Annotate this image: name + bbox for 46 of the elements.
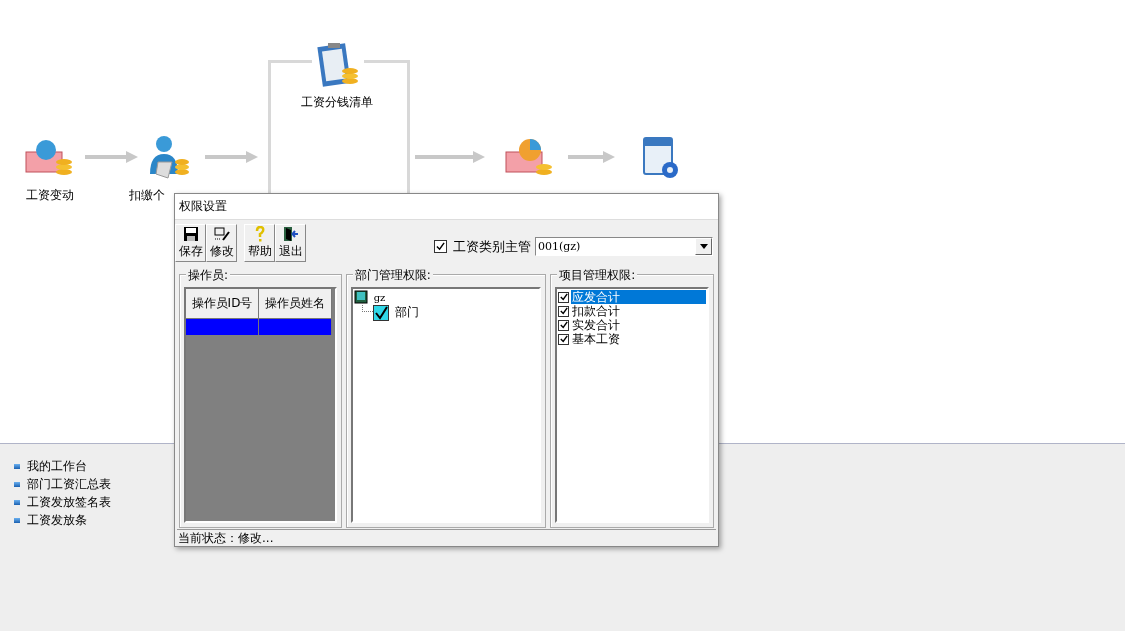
list-item[interactable]: 实发合计 — [571, 318, 706, 332]
column-header[interactable]: 操作员ID号 — [186, 289, 259, 319]
step-label: 工资分钱清单 — [301, 94, 373, 111]
arrow — [85, 151, 138, 163]
bullet-icon — [14, 500, 20, 505]
window-title: 权限设置 — [179, 198, 227, 215]
step-label: 扣缴个 — [129, 187, 165, 204]
group-title: 操作员: — [186, 267, 231, 284]
checkbox[interactable] — [434, 240, 447, 253]
tree-item[interactable]: gz — [373, 291, 386, 303]
report-link[interactable]: 部门工资汇总表 — [27, 476, 111, 493]
checkbox-label: 工资类别主管 — [453, 237, 531, 256]
dropdown-arrow-icon — [699, 244, 708, 249]
pencil-icon — [213, 226, 230, 242]
bullet-icon — [14, 518, 20, 523]
list-item[interactable]: 应发合计 — [571, 290, 706, 304]
report-link[interactable]: 工资发放条 — [27, 512, 87, 529]
step-label: 工资变动 — [26, 187, 74, 204]
toolbar-button[interactable]: 修改 — [206, 224, 237, 262]
column-header[interactable]: 操作员姓名 — [259, 289, 332, 319]
checkbox[interactable] — [558, 319, 570, 331]
checkbox[interactable] — [558, 333, 570, 345]
checkbox[interactable] — [372, 304, 389, 321]
table-row-cell[interactable] — [259, 319, 332, 335]
tree-item[interactable]: 部门 — [394, 304, 419, 321]
bullet-icon — [14, 464, 20, 469]
toolbar-button[interactable]: 保存 — [175, 224, 206, 262]
table-row-cell[interactable] — [186, 319, 259, 335]
category-dropdown[interactable]: 001(gz) — [535, 237, 713, 256]
toolbar-button[interactable]: 退出 — [275, 224, 306, 262]
checkbox[interactable] — [558, 305, 570, 317]
arrow — [415, 151, 485, 163]
checkbox[interactable] — [558, 291, 570, 303]
list-item[interactable]: 基本工资 — [571, 332, 706, 346]
bullet-icon — [14, 482, 20, 487]
list-item[interactable]: 扣款合计 — [571, 304, 706, 318]
group-title: 部门管理权限: — [352, 267, 433, 284]
exit-door-icon — [282, 226, 299, 242]
arrow — [205, 151, 258, 163]
group-title: 项目管理权限: — [557, 267, 638, 284]
toolbar-button[interactable]: 帮助 — [244, 224, 275, 262]
report-link[interactable]: 工资发放签名表 — [27, 494, 111, 511]
report-link[interactable]: 我的工作台 — [27, 458, 87, 475]
arrow — [568, 151, 615, 163]
status-text: 当前状态：修改... — [178, 529, 274, 547]
book-icon — [353, 290, 368, 304]
